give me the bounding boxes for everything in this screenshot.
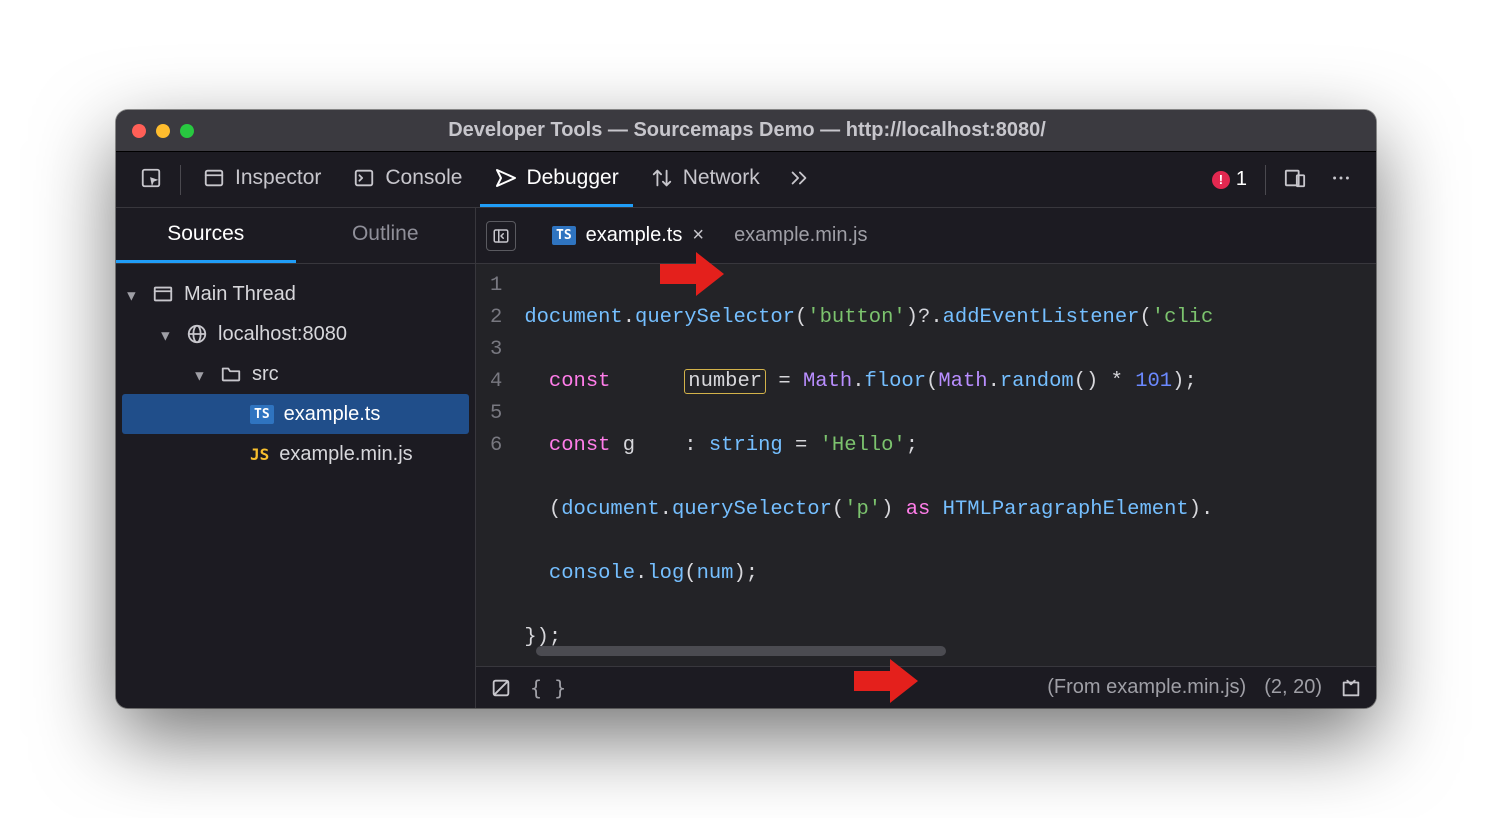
close-tab-icon[interactable]: × — [692, 224, 704, 247]
panel-tab-debugger[interactable]: Debugger — [480, 152, 632, 207]
horizontal-scrollbar[interactable] — [536, 646, 1362, 656]
chevrons-right-icon — [788, 167, 810, 189]
debugger-icon — [494, 167, 516, 189]
more-icon — [1330, 167, 1352, 189]
globe-icon — [186, 323, 208, 345]
debugger-main: Sources Outline Main Thread localhost:8 — [116, 208, 1376, 708]
devices-icon — [1284, 167, 1306, 189]
window-titlebar: Developer Tools — Sourcemaps Demo — http… — [116, 110, 1376, 152]
blackbox-icon[interactable] — [490, 677, 512, 699]
editor-pane: TS example.ts × example.min.js 123456 do… — [476, 208, 1376, 708]
maximize-window-button[interactable] — [180, 124, 194, 138]
caret-icon — [128, 283, 142, 306]
pretty-print-button[interactable]: { } — [530, 676, 566, 700]
js-badge-icon: JS — [250, 445, 269, 464]
tree-folder-src[interactable]: src — [122, 354, 469, 394]
editor-tab-example-ts[interactable]: TS example.ts × — [540, 216, 716, 255]
traffic-lights — [132, 124, 194, 138]
devtools-window: Developer Tools — Sourcemaps Demo — http… — [116, 110, 1376, 708]
element-picker-button[interactable] — [130, 152, 172, 207]
minimize-window-button[interactable] — [156, 124, 170, 138]
jump-to-line-icon[interactable] — [1340, 677, 1362, 699]
close-window-button[interactable] — [132, 124, 146, 138]
devtools-toolbar: Inspector Console Debugger Network — [116, 152, 1376, 208]
tree-host[interactable]: localhost:8080 — [122, 314, 469, 354]
line-gutter: 123456 — [476, 264, 516, 666]
panel-tab-network[interactable]: Network — [637, 152, 774, 207]
sources-tree: Main Thread localhost:8080 src — [116, 264, 475, 484]
ts-badge-icon: TS — [552, 226, 576, 245]
editor-tabs: TS example.ts × example.min.js — [476, 208, 1376, 264]
window-title: Developer Tools — Sourcemaps Demo — http… — [194, 119, 1300, 142]
tree-file-example-min-js[interactable]: JS example.min.js — [122, 434, 469, 474]
error-icon — [1212, 171, 1230, 189]
error-count[interactable]: 1 — [1202, 168, 1257, 191]
panel-tab-console[interactable]: Console — [339, 152, 476, 207]
code-content: document.querySelector('button')?.addEve… — [516, 264, 1213, 666]
scrollbar-thumb[interactable] — [536, 646, 946, 656]
folder-icon — [220, 363, 242, 385]
sidebar-tab-outline[interactable]: Outline — [296, 208, 476, 263]
editor-tab-example-min-js[interactable]: example.min.js — [722, 216, 879, 255]
network-icon — [651, 167, 673, 189]
picker-icon — [140, 167, 162, 189]
panel-overflow-button[interactable] — [778, 152, 820, 207]
tree-main-thread[interactable]: Main Thread — [122, 274, 469, 314]
window-icon — [152, 283, 174, 305]
toggle-sidebar-button[interactable] — [486, 221, 516, 251]
tree-file-example-ts[interactable]: TS example.ts — [122, 394, 469, 434]
panel-tab-inspector[interactable]: Inspector — [189, 152, 335, 207]
sidebar-tab-sources[interactable]: Sources — [116, 208, 296, 263]
source-origin-label: (From example.min.js) — [1047, 676, 1246, 699]
caret-icon — [162, 323, 176, 346]
cursor-position-label: (2, 20) — [1264, 676, 1322, 699]
sidebar-tabs: Sources Outline — [116, 208, 475, 264]
ts-badge-icon: TS — [250, 405, 274, 424]
sources-sidebar: Sources Outline Main Thread localhost:8 — [116, 208, 476, 708]
editor-footer: { } (From example.min.js) (2, 20) — [476, 666, 1376, 708]
kebab-menu-button[interactable] — [1320, 152, 1362, 207]
caret-icon — [196, 363, 210, 386]
code-editor[interactable]: 123456 document.querySelector('button')?… — [476, 264, 1376, 666]
inspector-icon — [203, 167, 225, 189]
responsive-design-button[interactable] — [1274, 152, 1316, 207]
console-icon — [353, 167, 375, 189]
